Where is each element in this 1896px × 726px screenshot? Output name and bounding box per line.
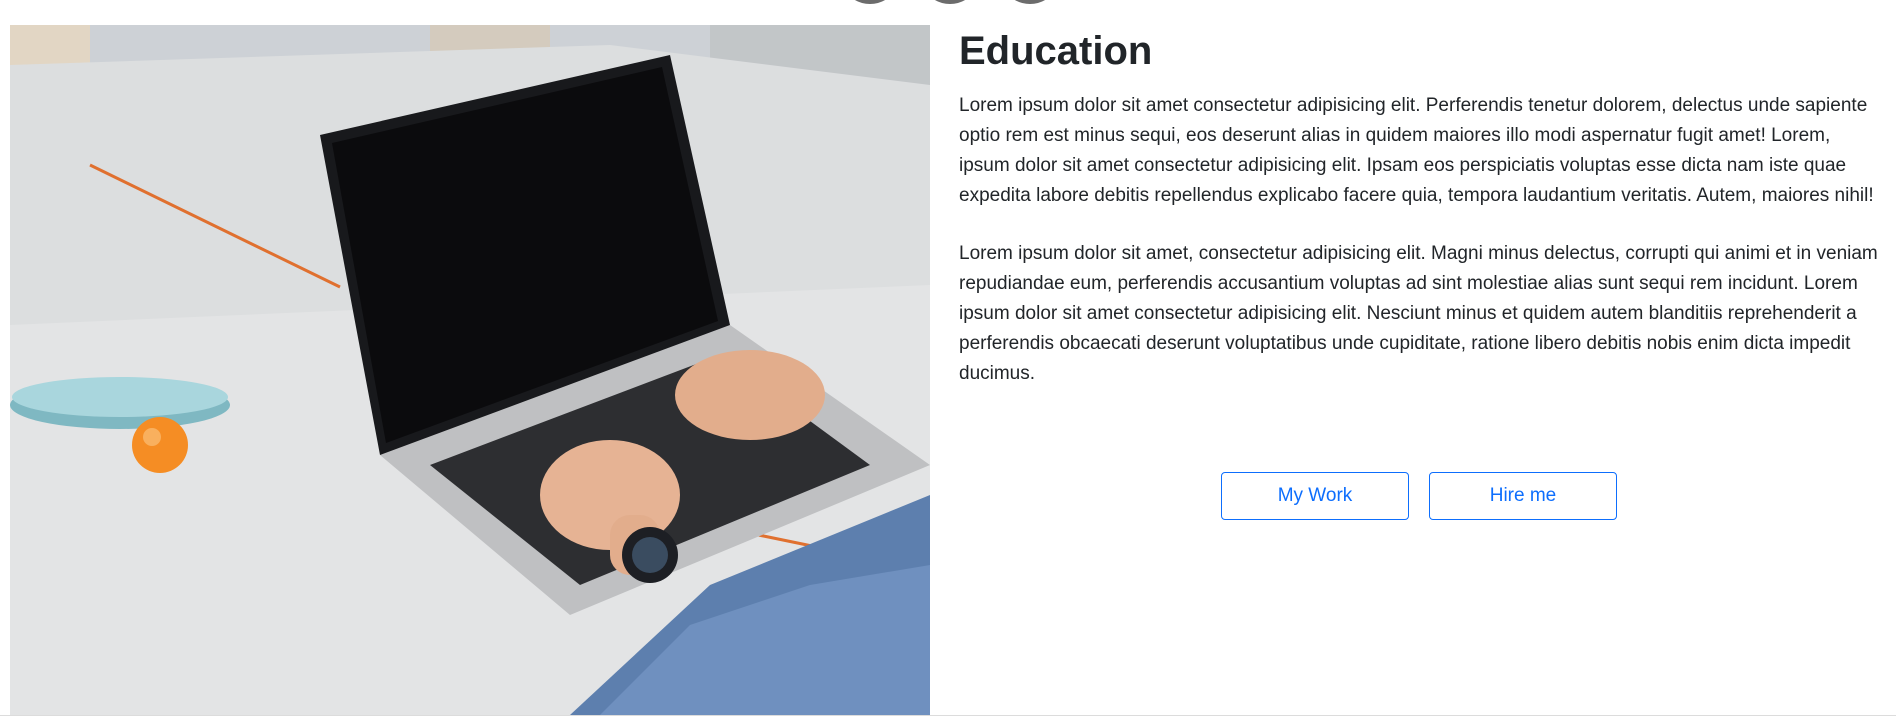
- indicator-dot[interactable]: [920, 0, 980, 4]
- section-title: Education: [959, 29, 1153, 73]
- indicator-dot[interactable]: [1000, 0, 1060, 4]
- carousel-indicators: [840, 0, 1060, 4]
- action-buttons: My Work Hire me: [1221, 472, 1617, 520]
- page: Education Lorem ipsum dolor sit amet con…: [0, 0, 1896, 726]
- laptop-typing-photo: [10, 25, 930, 715]
- hire-me-button[interactable]: Hire me: [1429, 472, 1617, 520]
- section-paragraph: Lorem ipsum dolor sit amet consectetur a…: [959, 95, 1874, 206]
- section-paragraph: Lorem ipsum dolor sit amet, consectetur …: [959, 243, 1878, 384]
- my-work-button[interactable]: My Work: [1221, 472, 1409, 520]
- section-divider: [0, 715, 1896, 716]
- indicator-dot[interactable]: [840, 0, 900, 4]
- education-section: Education Lorem ipsum dolor sit amet con…: [959, 25, 1879, 389]
